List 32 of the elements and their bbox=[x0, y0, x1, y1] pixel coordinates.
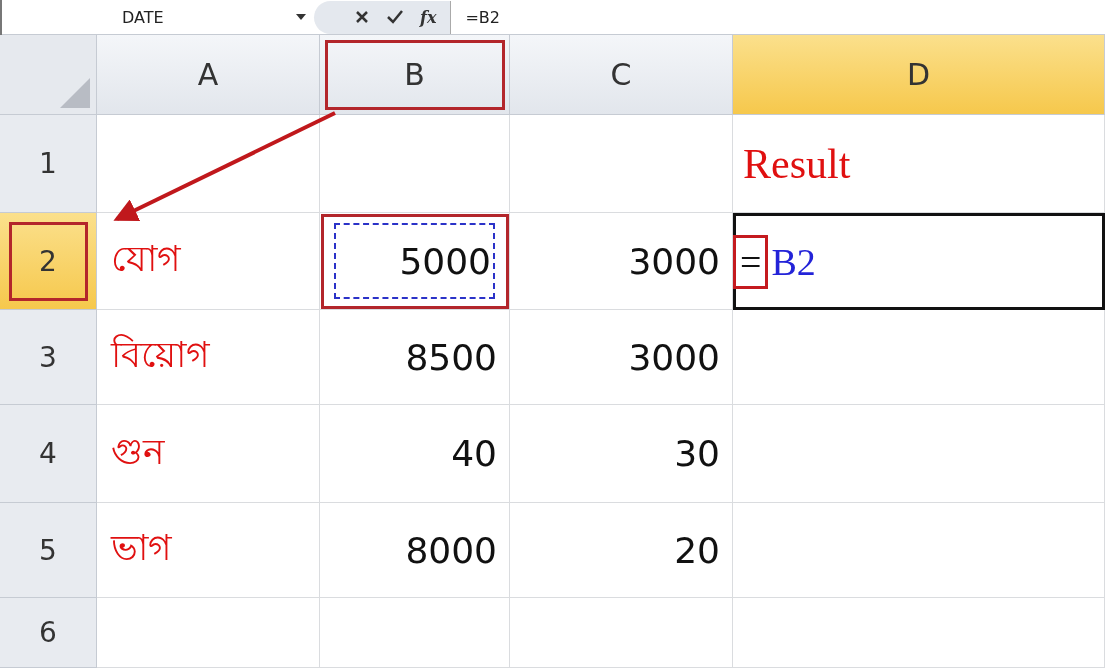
table-cell: 3000 bbox=[510, 213, 733, 310]
row-header[interactable]: 5 bbox=[0, 503, 97, 598]
row-header[interactable]: 3 bbox=[0, 310, 97, 405]
copy-marquee: 5000 bbox=[334, 223, 495, 299]
table-cell: গুন bbox=[97, 405, 320, 503]
column-header[interactable]: A bbox=[97, 35, 320, 115]
row-header[interactable]: 4 bbox=[0, 405, 97, 503]
table-cell: ভাগ bbox=[97, 503, 320, 598]
row-header[interactable]: 2 bbox=[0, 213, 97, 310]
column-header[interactable]: C bbox=[510, 35, 733, 115]
table-cell: বিয়োগ bbox=[97, 310, 320, 405]
column-header[interactable]: D bbox=[733, 35, 1105, 115]
corner-triangle-icon bbox=[60, 78, 90, 108]
cell-reference: B2 bbox=[771, 239, 816, 284]
dropdown-caret-icon[interactable] bbox=[296, 14, 306, 20]
table-cell: যোগ bbox=[97, 213, 320, 310]
table-cell: 20 bbox=[510, 503, 733, 598]
cell-editor[interactable]: = B2 bbox=[733, 213, 1105, 310]
table-cell: 3000 bbox=[510, 310, 733, 405]
table-cell: Result bbox=[733, 115, 1105, 213]
table-cell: 8500 bbox=[320, 310, 510, 405]
column-header[interactable]: B bbox=[320, 35, 510, 115]
cancel-icon[interactable] bbox=[354, 9, 370, 25]
table-cell: 40 bbox=[320, 405, 510, 503]
table-cell: 30 bbox=[510, 405, 733, 503]
row-header[interactable]: 1 bbox=[0, 115, 97, 213]
formula-input[interactable]: =B2 bbox=[451, 7, 500, 27]
equals-sign: = bbox=[736, 237, 766, 286]
insert-function-button[interactable]: fx bbox=[420, 7, 437, 27]
check-icon[interactable] bbox=[386, 9, 404, 25]
table-cell: 8000 bbox=[320, 503, 510, 598]
row-header[interactable]: 6 bbox=[0, 598, 97, 668]
